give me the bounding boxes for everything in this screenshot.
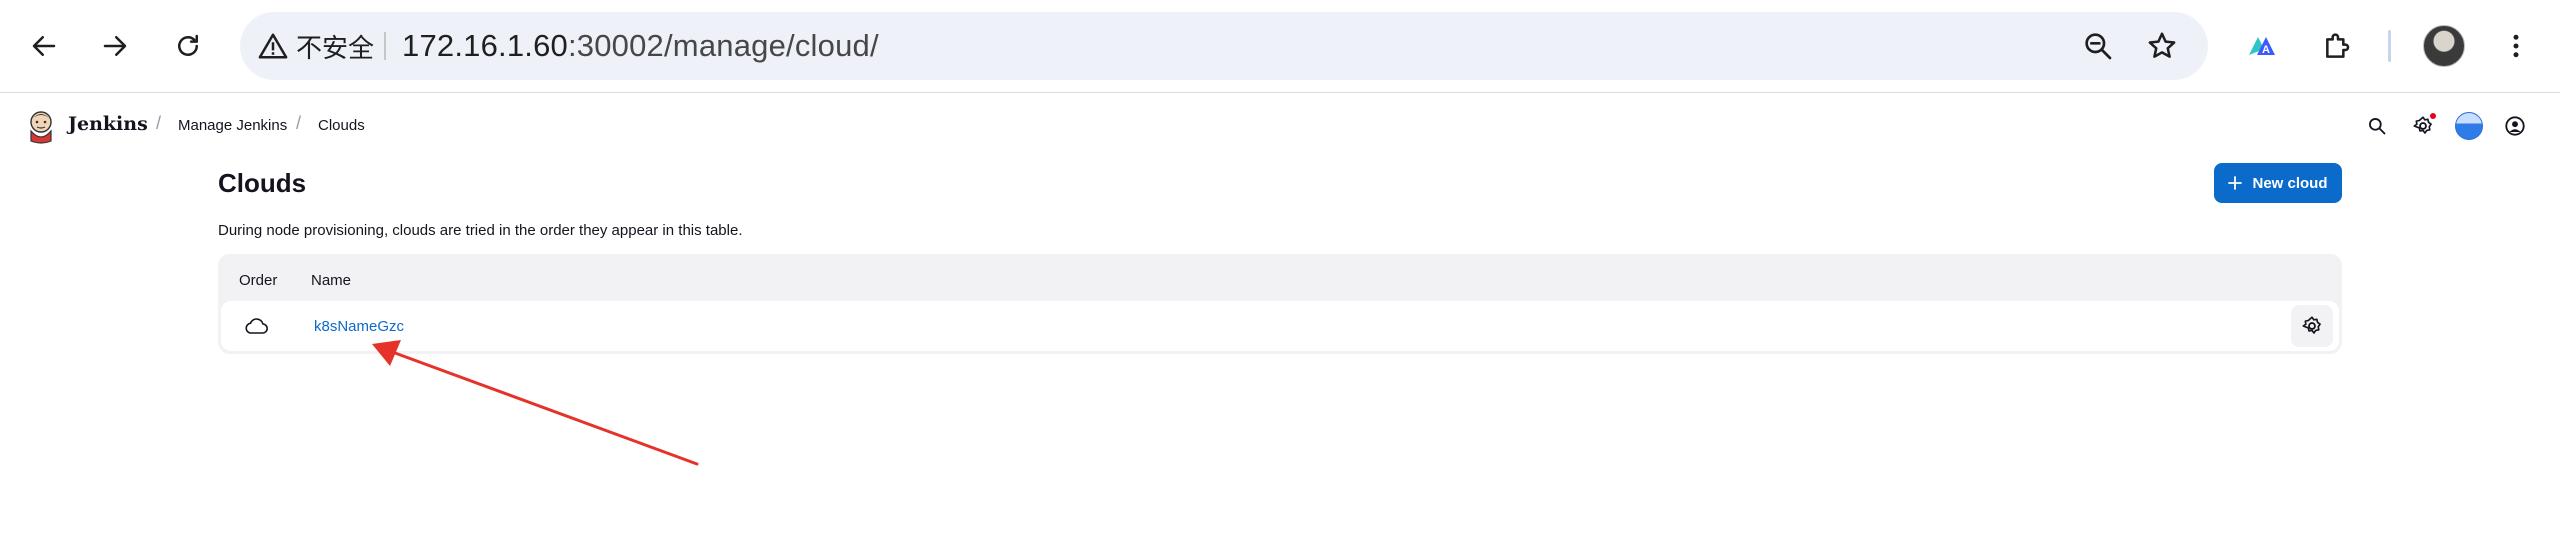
- user-icon: [2505, 116, 2525, 136]
- jenkins-logo[interactable]: [24, 109, 58, 145]
- profile-avatar: [2423, 25, 2465, 67]
- translate-extension-button[interactable]: A: [2240, 22, 2288, 70]
- back-icon: [32, 36, 56, 56]
- url-host: 172.16.1.60: [402, 28, 568, 63]
- breadcrumb-clouds[interactable]: Clouds: [318, 117, 365, 134]
- reload-button[interactable]: [164, 22, 212, 70]
- security-chip[interactable]: 不安全: [258, 26, 374, 66]
- profile-button[interactable]: [2420, 22, 2468, 70]
- url-path: :30002/manage/cloud/: [567, 28, 879, 63]
- cloud-name-link[interactable]: k8sNameGzc: [314, 318, 404, 335]
- column-header-name[interactable]: Name: [311, 272, 351, 289]
- breadcrumb-separator: /: [156, 113, 162, 133]
- breadcrumb-separator: /: [296, 113, 302, 133]
- toolbar-divider: [2388, 30, 2391, 62]
- search-button[interactable]: [2362, 111, 2392, 141]
- more-menu-button[interactable]: [2492, 22, 2540, 70]
- search-icon: [2369, 118, 2386, 135]
- new-cloud-label: New cloud: [2252, 174, 2328, 192]
- back-button[interactable]: [20, 22, 68, 70]
- manage-settings-button[interactable]: [2408, 111, 2438, 141]
- brand-name[interactable]: Jenkins: [68, 113, 148, 135]
- jenkins-butler-icon: [30, 111, 52, 144]
- forward-icon: [103, 36, 127, 56]
- new-cloud-button[interactable]: New cloud: [2214, 163, 2342, 203]
- warning-icon: [258, 33, 288, 59]
- star-icon: [2148, 32, 2176, 58]
- zoom-button[interactable]: [2078, 26, 2118, 66]
- extensions-button[interactable]: [2314, 22, 2362, 70]
- table-row: k8sNameGzc: [221, 301, 2339, 351]
- more-icon: [2513, 34, 2519, 58]
- clouds-table: Order Name k8sNameGzc: [218, 254, 2342, 354]
- reload-icon: [178, 34, 198, 56]
- cloud-icon: [241, 312, 271, 340]
- extensions-icon: [2326, 33, 2350, 58]
- plus-icon: [2228, 176, 2243, 190]
- extension-translate-icon: A: [2249, 37, 2275, 56]
- svg-text:A: A: [2262, 44, 2270, 56]
- jenkins-header: Jenkins / Manage Jenkins / Clouds: [0, 93, 2560, 157]
- breadcrumb-manage-jenkins[interactable]: Manage Jenkins: [178, 117, 287, 134]
- page-description: During node provisioning, clouds are tri…: [218, 222, 743, 239]
- forward-button[interactable]: [91, 22, 139, 70]
- browser-toolbar: 不安全 172.16.1.60:30002/manage/cloud/ A: [0, 0, 2560, 93]
- notification-dot: [2430, 113, 2436, 119]
- page-title: Clouds: [218, 168, 307, 198]
- user-menu-button[interactable]: [2500, 111, 2530, 141]
- security-label: 不安全: [296, 32, 375, 63]
- address-bar[interactable]: 不安全 172.16.1.60:30002/manage/cloud/: [240, 12, 2208, 80]
- zoom-icon: [2085, 33, 2112, 60]
- url-text[interactable]: 172.16.1.60:30002/manage/cloud/: [402, 28, 879, 64]
- weather-icon: [2455, 112, 2483, 140]
- column-header-order[interactable]: Order: [239, 272, 277, 289]
- gear-icon: [2302, 316, 2321, 334]
- bookmark-button[interactable]: [2142, 26, 2182, 66]
- weather-status-button[interactable]: [2454, 111, 2484, 141]
- configure-cloud-button[interactable]: [2291, 305, 2333, 347]
- chip-divider: [384, 32, 386, 60]
